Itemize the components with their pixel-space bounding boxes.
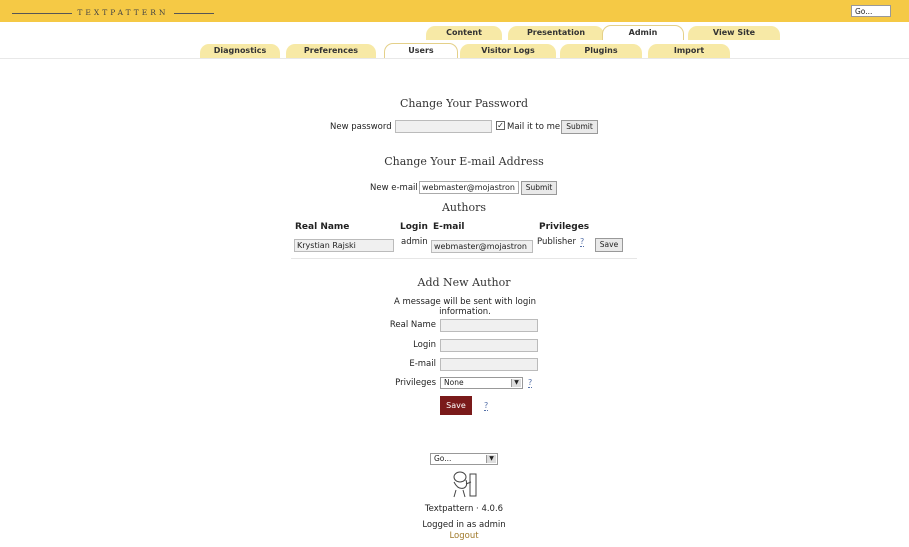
column-real-name: Real Name: [295, 222, 350, 232]
tab-admin[interactable]: Admin: [602, 25, 684, 40]
secondary-tabs: Diagnostics Preferences Users Visitor Lo…: [0, 40, 909, 59]
column-privileges: Privileges: [539, 222, 590, 232]
textpattern-mascot-icon: [448, 468, 480, 498]
add-author-save-button[interactable]: Save: [440, 396, 472, 415]
logout-link[interactable]: Logout: [390, 531, 538, 541]
change-password-heading: Change Your Password: [399, 97, 529, 110]
author-real-name-input[interactable]: Krystian Rajski: [294, 239, 394, 252]
privileges-select[interactable]: None ▼: [440, 377, 523, 389]
logged-in-text: Logged in as admin: [422, 520, 506, 530]
primary-tabs: Content Presentation Admin View Site: [0, 22, 909, 40]
chevron-down-icon: ▼: [486, 455, 496, 463]
brand-text: Textpattern: [77, 8, 169, 17]
tab-plugins[interactable]: Plugins: [560, 44, 642, 58]
login-input[interactable]: [440, 339, 538, 352]
authors-heading: Authors: [441, 201, 487, 214]
jump-select[interactable]: Go...: [851, 5, 891, 17]
new-password-label: New password: [330, 122, 392, 132]
column-login: Login: [400, 222, 428, 232]
footer-go-value: Go...: [434, 454, 452, 463]
author-email-input[interactable]: webmaster@mojastron: [431, 240, 533, 253]
column-email: E-mail: [433, 222, 465, 232]
privileges-help-icon[interactable]: ?: [580, 237, 585, 247]
new-privileges-help-icon[interactable]: ?: [528, 378, 533, 388]
email-input[interactable]: [440, 358, 538, 371]
add-author-note: A message will be sent with login inform…: [393, 297, 536, 317]
footer-go-select[interactable]: Go... ▼: [430, 453, 498, 465]
tab-view-site[interactable]: View Site: [688, 26, 780, 40]
real-name-label: Real Name: [389, 320, 436, 330]
chevron-down-icon: ▼: [511, 379, 521, 387]
privileges-select-value: None: [444, 378, 464, 387]
email-submit-button[interactable]: Submit: [521, 181, 557, 195]
tab-users[interactable]: Users: [384, 43, 458, 58]
mail-checkbox[interactable]: ✓: [496, 121, 505, 130]
change-email-heading: Change Your E-mail Address: [384, 155, 544, 168]
privileges-label: Privileges: [395, 378, 436, 388]
table-row: Krystian Rajski admin webmaster@mojastro…: [291, 234, 637, 259]
add-author-heading: Add New Author: [417, 276, 511, 289]
brand-line-left: [12, 12, 72, 14]
new-email-input[interactable]: webmaster@mojastron: [419, 181, 519, 194]
top-bar: Textpattern Go...: [0, 0, 909, 22]
author-save-button[interactable]: Save: [595, 238, 623, 252]
login-label: Login: [413, 340, 436, 350]
new-password-input[interactable]: [395, 120, 492, 133]
email-label: E-mail: [409, 359, 436, 369]
author-privileges: Publisher: [537, 237, 577, 247]
tab-content[interactable]: Content: [426, 26, 502, 40]
new-email-label: New e-mail: [370, 183, 418, 193]
brand-line-right: [173, 12, 214, 14]
real-name-input[interactable]: [440, 319, 538, 332]
brand-logo: Textpattern: [12, 8, 214, 17]
tab-diagnostics[interactable]: Diagnostics: [200, 44, 280, 58]
tab-import[interactable]: Import: [648, 44, 730, 58]
version-text: Textpattern · 4.0.6: [424, 504, 504, 514]
save-help-icon[interactable]: ?: [484, 401, 489, 411]
mail-label: Mail it to me: [507, 122, 561, 132]
password-submit-button[interactable]: Submit: [561, 120, 598, 134]
tab-preferences[interactable]: Preferences: [286, 44, 376, 58]
tab-presentation[interactable]: Presentation: [508, 26, 604, 40]
tab-visitor-logs[interactable]: Visitor Logs: [460, 44, 556, 58]
author-login: admin: [401, 237, 428, 247]
